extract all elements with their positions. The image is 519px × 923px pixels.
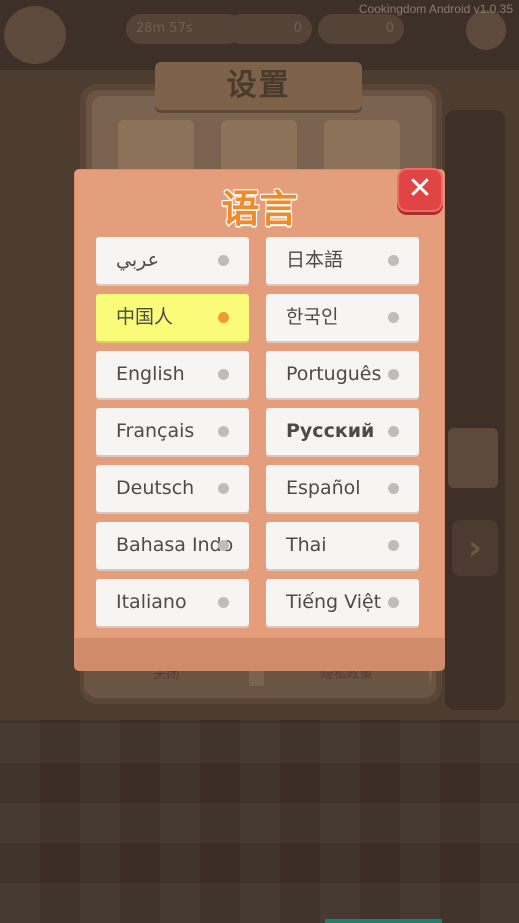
radio-unselected-icon	[218, 255, 229, 266]
language-option[interactable]: Français	[96, 408, 249, 455]
close-button[interactable]: ✕	[397, 168, 443, 212]
radio-unselected-icon	[388, 597, 399, 608]
language-label: عربي	[116, 249, 159, 271]
language-label: 中国人	[116, 306, 174, 328]
star-pill: 0	[318, 14, 404, 44]
language-option[interactable]: 한국인	[266, 294, 419, 341]
bottom-accent-bar	[325, 919, 442, 923]
checkered-floor	[0, 720, 519, 923]
timer-pill: 28m 57s	[126, 14, 242, 44]
radio-unselected-icon	[388, 255, 399, 266]
star-count: 0	[385, 21, 394, 36]
radio-unselected-icon	[218, 369, 229, 380]
dialog-title: 语言	[221, 187, 298, 231]
language-option[interactable]: Español	[266, 465, 419, 512]
language-dialog: 语言 ✕ عربي 日本語中国人 한국인 English Português França…	[75, 168, 444, 670]
language-label: 日本語	[286, 249, 344, 271]
dialog-footer	[75, 638, 444, 670]
timer-text: 28m 57s	[136, 21, 193, 36]
settings-title: 设置	[155, 62, 362, 110]
language-label: Русский	[286, 420, 375, 442]
radio-unselected-icon	[388, 426, 399, 437]
radio-unselected-icon	[218, 540, 229, 551]
language-label: Bahasa Indo	[116, 534, 234, 556]
chevron-right-icon: ›	[452, 520, 498, 576]
radio-selected-icon	[218, 312, 229, 323]
language-label: Thai	[286, 534, 327, 556]
language-option[interactable]: Bahasa Indo	[96, 522, 249, 569]
language-option[interactable]: Русский	[266, 408, 419, 455]
player-avatar	[4, 6, 66, 64]
language-option[interactable]: عربي	[96, 237, 249, 284]
language-option[interactable]: Tiếng Việt	[266, 579, 419, 626]
radio-unselected-icon	[218, 426, 229, 437]
language-option[interactable]: Português	[266, 351, 419, 398]
coin-count: 0	[293, 21, 302, 36]
language-option[interactable]: 中国人	[96, 294, 249, 341]
radio-unselected-icon	[388, 312, 399, 323]
language-option[interactable]: English	[96, 351, 249, 398]
settings-gear-icon	[466, 10, 506, 50]
language-label: Español	[286, 477, 361, 499]
language-option[interactable]: Deutsch	[96, 465, 249, 512]
language-label: Português	[286, 363, 382, 385]
language-label: Français	[116, 420, 195, 442]
coin-pill: 0	[226, 14, 312, 44]
close-icon: ✕	[407, 171, 433, 206]
language-label: 한국인	[286, 306, 339, 328]
lock-icon	[448, 428, 498, 488]
radio-unselected-icon	[388, 483, 399, 494]
version-label: Cookingdom Android v1.0.35	[358, 2, 513, 16]
language-label: Italiano	[116, 591, 187, 613]
radio-unselected-icon	[218, 483, 229, 494]
language-option[interactable]: 日本語	[266, 237, 419, 284]
radio-unselected-icon	[218, 597, 229, 608]
language-option[interactable]: Italiano	[96, 579, 249, 626]
language-label: English	[116, 363, 185, 385]
radio-unselected-icon	[388, 369, 399, 380]
language-option[interactable]: Thai	[266, 522, 419, 569]
side-panel	[445, 110, 505, 710]
language-label: Deutsch	[116, 477, 195, 499]
language-label: Tiếng Việt	[286, 591, 382, 613]
radio-unselected-icon	[388, 540, 399, 551]
